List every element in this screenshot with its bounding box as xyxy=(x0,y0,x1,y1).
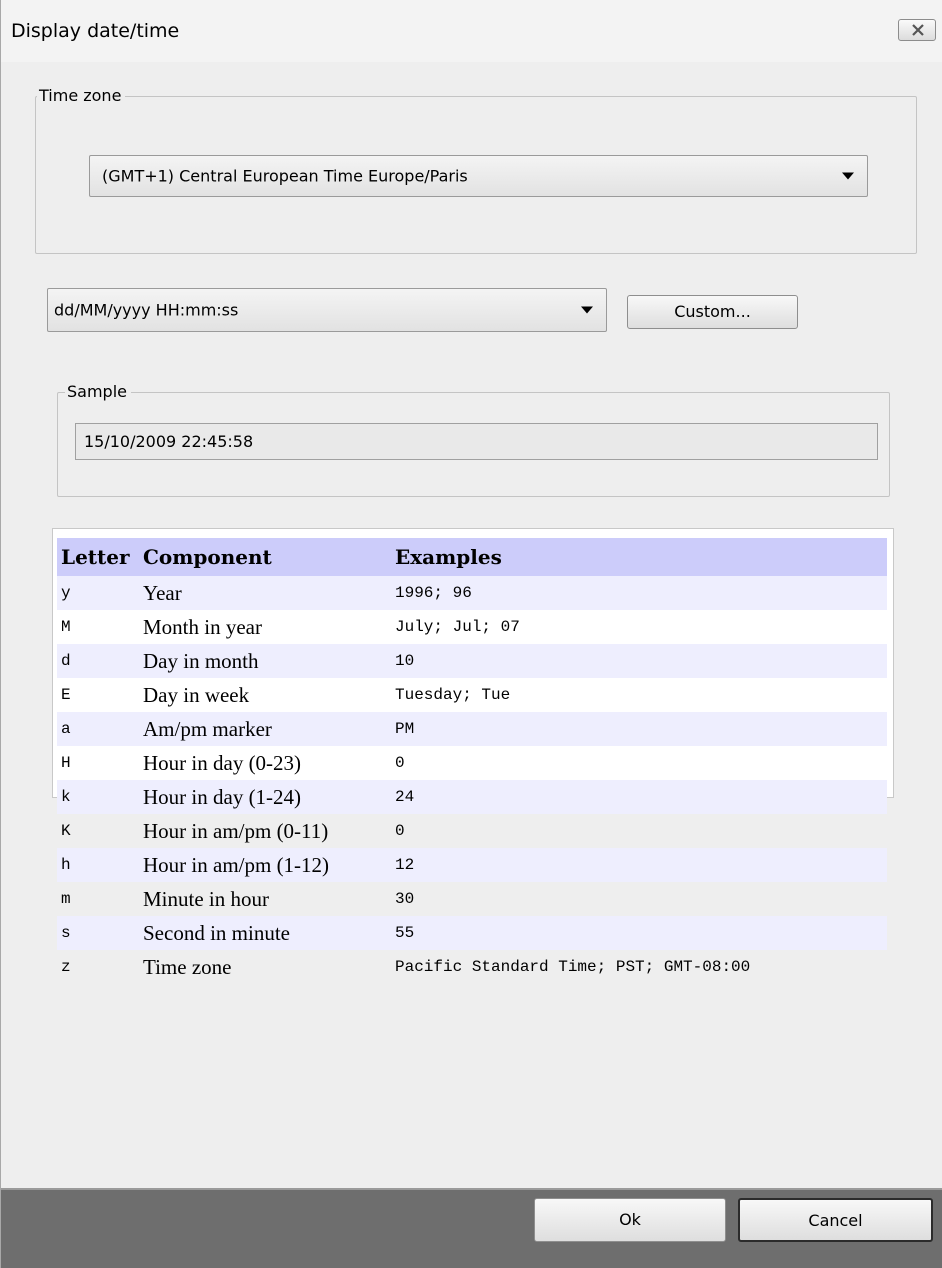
cell-letter: d xyxy=(57,644,139,678)
cell-letter: z xyxy=(61,958,71,976)
header-component: Component xyxy=(139,538,391,576)
cell-component: Year xyxy=(139,576,391,610)
cell-letter: H xyxy=(61,754,71,772)
cell-example: 55 xyxy=(391,916,887,950)
table-row: s Second in minute 55 xyxy=(57,916,887,950)
cell-example: July; Jul; 07 xyxy=(395,618,520,636)
cell-component: Hour in day (1-24) xyxy=(139,780,391,814)
table-row: d Day in month 10 xyxy=(57,644,887,678)
custom-format-button[interactable]: Custom... xyxy=(627,295,798,329)
cell-letter: a xyxy=(57,712,139,746)
chevron-down-icon xyxy=(842,172,854,180)
title-bar: Display date/time xyxy=(1,0,942,62)
date-format-select-value: dd/MM/yyyy HH:mm:ss xyxy=(54,300,239,320)
cell-component: Day in week xyxy=(143,682,250,707)
cell-component: Month in year xyxy=(143,614,262,639)
custom-format-button-label: Custom... xyxy=(674,302,751,321)
table-row: M Month in year July; Jul; 07 xyxy=(57,610,887,644)
cell-component: Day in month xyxy=(139,644,391,678)
cell-letter: K xyxy=(61,822,71,840)
cell-letter: M xyxy=(61,618,71,636)
cell-letter: y xyxy=(57,576,139,610)
cell-example: Pacific Standard Time; PST; GMT-08:00 xyxy=(395,958,751,976)
header-examples: Examples xyxy=(391,538,887,576)
cancel-button[interactable]: Cancel xyxy=(738,1198,933,1242)
cell-letter: k xyxy=(57,780,139,814)
cell-example: 12 xyxy=(391,848,887,882)
table-row: m Minute in hour 30 xyxy=(57,882,887,916)
cell-component: Hour in day (0-23) xyxy=(143,750,302,775)
sample-group-label: Sample xyxy=(65,382,131,401)
ok-button-label: Ok xyxy=(619,1210,641,1229)
table-header-row: Letter Component Examples xyxy=(57,538,887,576)
cell-example: 30 xyxy=(395,890,415,908)
format-help-table: Letter Component Examples y Year 1996; 96 M… xyxy=(57,538,887,984)
cell-example: 0 xyxy=(395,822,405,840)
window-title: Display date/time xyxy=(11,20,180,42)
table-row: h Hour in am/pm (1-12) 12 xyxy=(57,848,887,882)
cell-example: 24 xyxy=(391,780,887,814)
timezone-select[interactable]: (GMT+1) Central European Time Europe/Par… xyxy=(89,155,868,197)
display-datetime-dialog: Display date/time Time zone (GMT+1) Cent… xyxy=(0,0,942,1268)
close-icon xyxy=(912,24,924,36)
table-row: H Hour in day (0-23) 0 xyxy=(57,746,887,780)
cell-component: Hour in am/pm (1-12) xyxy=(139,848,391,882)
cell-letter: E xyxy=(61,686,71,704)
sample-field: 15/10/2009 22:45:58 xyxy=(75,423,878,460)
ok-button[interactable]: Ok xyxy=(534,1198,726,1242)
table-row: z Time zone Pacific Standard Time; PST; GM… xyxy=(57,950,887,984)
sample-value: 15/10/2009 22:45:58 xyxy=(84,432,254,451)
cell-letter: h xyxy=(57,848,139,882)
button-bar: Ok Cancel xyxy=(1,1188,942,1268)
table-row: y Year 1996; 96 xyxy=(57,576,887,610)
chevron-down-icon xyxy=(581,306,593,314)
cell-component: Second in minute xyxy=(139,916,391,950)
cell-letter: s xyxy=(57,916,139,950)
cell-example: PM xyxy=(391,712,887,746)
table-row: a Am/pm marker PM xyxy=(57,712,887,746)
timezone-group-label: Time zone xyxy=(37,86,126,105)
close-button[interactable] xyxy=(898,19,936,41)
timezone-select-value: (GMT+1) Central European Time Europe/Par… xyxy=(102,166,468,186)
date-format-select[interactable]: dd/MM/yyyy HH:mm:ss xyxy=(47,288,607,332)
cell-component: Am/pm marker xyxy=(139,712,391,746)
cancel-button-label: Cancel xyxy=(808,1211,863,1230)
header-letter: Letter xyxy=(57,538,139,576)
table-row: K Hour in am/pm (0-11) 0 xyxy=(57,814,887,848)
cell-example: Tuesday; Tue xyxy=(395,686,511,704)
cell-letter: m xyxy=(61,890,71,908)
cell-example: 1996; 96 xyxy=(391,576,887,610)
table-row: k Hour in day (1-24) 24 xyxy=(57,780,887,814)
cell-component: Time zone xyxy=(143,954,232,979)
cell-component: Minute in hour xyxy=(143,886,269,911)
format-help-table-container: Letter Component Examples y Year 1996; 96 M… xyxy=(52,528,894,979)
cell-example: 0 xyxy=(395,754,405,772)
cell-example: 10 xyxy=(391,644,887,678)
table-row: E Day in week Tuesday; Tue xyxy=(57,678,887,712)
cell-component: Hour in am/pm (0-11) xyxy=(143,818,329,843)
